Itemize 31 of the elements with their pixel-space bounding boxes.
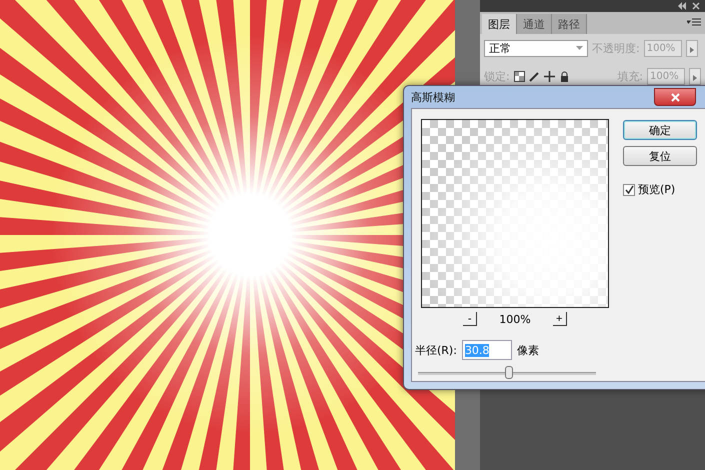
close-button[interactable] [654,88,696,106]
fill-label: 填充: [617,68,643,84]
menu-icon[interactable] [687,18,701,28]
zoom-level: 100% [499,312,531,326]
fill-arrow-button[interactable] [689,68,701,84]
triangle-icon [690,46,694,52]
caret-icon [576,46,583,50]
unit-label: 像素 [516,342,539,358]
preview-label: 预览(P) [638,182,676,197]
radius-slider[interactable] [418,366,596,380]
close-icon [670,92,680,102]
dialog-title: 高斯模糊 [411,90,455,104]
slider-thumb[interactable] [504,366,513,379]
lock-label: 锁定: [484,68,510,84]
panel-tab[interactable]: 路径 [552,14,587,34]
lock-icon[interactable] [558,70,570,82]
dialog-button[interactable]: 确定 [623,120,697,140]
panel-tab[interactable]: 通道 [517,14,552,34]
radius-label: 半径(R): [415,342,457,358]
zoom-in-button[interactable]: + [552,312,567,326]
checkmark-icon [624,185,634,194]
collapse-icon[interactable] [677,2,687,10]
close-icon[interactable] [691,2,701,10]
zoom-out-button[interactable]: - [463,312,478,326]
panel-tab[interactable]: 图层 [482,14,517,34]
dialog-button[interactable]: 复位 [623,146,697,166]
opacity-label: 不透明度: [592,40,640,56]
triangle-icon [693,74,697,80]
preview-checkbox[interactable] [623,184,635,196]
blend-mode-dropdown[interactable]: 正常 [484,40,588,56]
opacity-arrow-button[interactable] [686,40,698,56]
